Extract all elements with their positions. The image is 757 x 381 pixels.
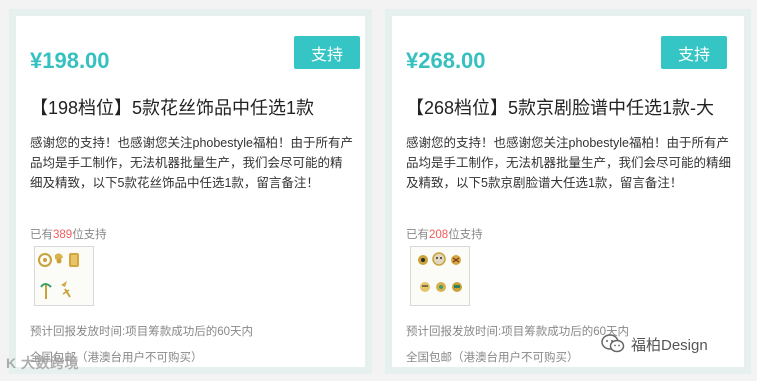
reward-delivery-time: 预计回报发放时间:项目筹款成功后的60天内	[406, 326, 629, 338]
tier-price: ¥268.00	[406, 48, 486, 73]
watermark-fubai: 福柏Design	[601, 333, 708, 355]
backers-count-line: 已有208位支持	[406, 226, 483, 242]
shipping-info: 全国包邮（港澳台用户不可购买）	[406, 352, 579, 364]
backers-count: 389	[53, 229, 73, 241]
tier-description: 感谢您的支持！也感谢您关注phobestyle福柏！由于所有产品均是手工制作，无…	[406, 136, 732, 190]
backers-suffix: 位支持	[448, 229, 483, 241]
backers-count-line: 已有389位支持	[30, 226, 107, 242]
card-content: ¥198.00 支持 【198档位】5款花丝饰品中任选1款 感谢您的支持！也感谢…	[16, 16, 365, 367]
support-button[interactable]: 支持	[294, 36, 360, 69]
reward-tier-card-198: ¥198.00 支持 【198档位】5款花丝饰品中任选1款 感谢您的支持！也感谢…	[9, 9, 372, 374]
card-content: ¥268.00 支持 【268档位】5款京剧脸谱中任选1款-大 感谢您的支持！也…	[392, 16, 744, 367]
watermark-fubai-text: 福柏Design	[631, 336, 708, 354]
filigree-jewelry-image	[35, 247, 93, 305]
opera-mask-image	[411, 247, 469, 305]
reward-thumbnail[interactable]	[34, 246, 94, 306]
support-button[interactable]: 支持	[661, 36, 727, 69]
watermark-dashu-logo: K 大数跨境	[6, 355, 79, 371]
backers-count: 208	[429, 229, 449, 241]
backers-prefix: 已有	[406, 229, 429, 241]
reward-delivery-time: 预计回报发放时间:项目筹款成功后的60天内	[30, 326, 253, 338]
tier-title: 【268档位】5款京剧脸谱中任选1款-大	[406, 98, 715, 118]
backers-prefix: 已有	[30, 229, 53, 241]
wechat-icon	[601, 334, 625, 353]
reward-tier-card-268: ¥268.00 支持 【268档位】5款京剧脸谱中任选1款-大 感谢您的支持！也…	[385, 9, 751, 374]
tier-title: 【198档位】5款花丝饰品中任选1款	[30, 98, 315, 118]
tier-price: ¥198.00	[30, 48, 110, 73]
reward-thumbnail[interactable]	[410, 246, 470, 306]
tier-description: 感谢您的支持！也感谢您关注phobestyle福柏！由于所有产品均是手工制作，无…	[30, 136, 353, 190]
backers-suffix: 位支持	[72, 229, 107, 241]
